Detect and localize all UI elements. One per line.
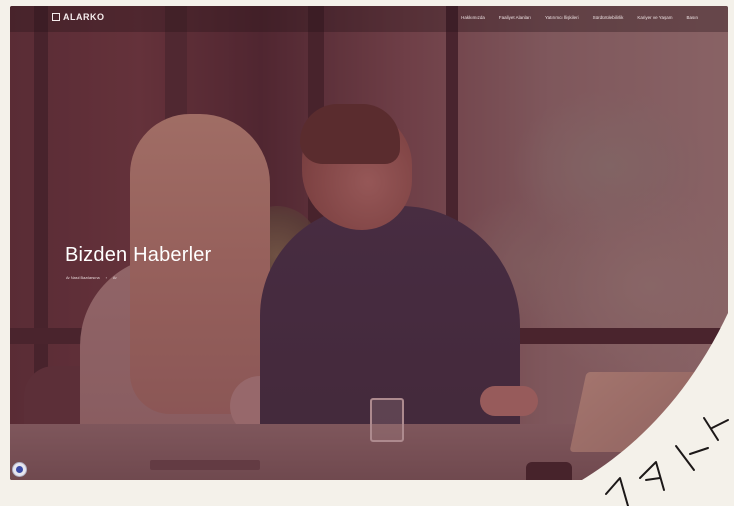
accessibility-badge-icon[interactable] [12,462,27,477]
logo-text: ALARKO [63,12,105,22]
nav-item-about[interactable]: Hakkımızda [461,15,485,20]
top-navbar: ALARKO Hakkımızda Faaliyet Alanları Yatı… [10,6,728,32]
breadcrumb-separator-icon: › [105,275,107,280]
badge-dot-icon [16,466,23,473]
nav-item-activities[interactable]: Faaliyet Alanları [499,15,531,20]
breadcrumb-item[interactable]: Ar Nasıl Bazılarsına [66,276,100,280]
nav-item-career[interactable]: Kariyer ve Yaşam [637,15,672,20]
breadcrumb-item[interactable]: Ar [113,276,117,280]
breadcrumb: Ar Nasıl Bazılarsına › Ar [66,275,117,280]
page-title: Bizden Haberler [65,244,212,266]
color-overlay [10,6,728,480]
nav-item-press[interactable]: Basın [686,15,698,20]
main-nav: Hakkımızda Faaliyet Alanları Yatırımcı İ… [461,15,698,20]
logo[interactable]: ALARKO [52,12,105,22]
hero-photo: ALARKO Hakkımızda Faaliyet Alanları Yatı… [10,6,728,480]
nav-item-sustainability[interactable]: Sürdürülebilirlik [593,15,624,20]
nav-item-investor-relations[interactable]: Yatırımcı İlişkileri [545,15,579,20]
logo-mark-icon [52,13,60,21]
